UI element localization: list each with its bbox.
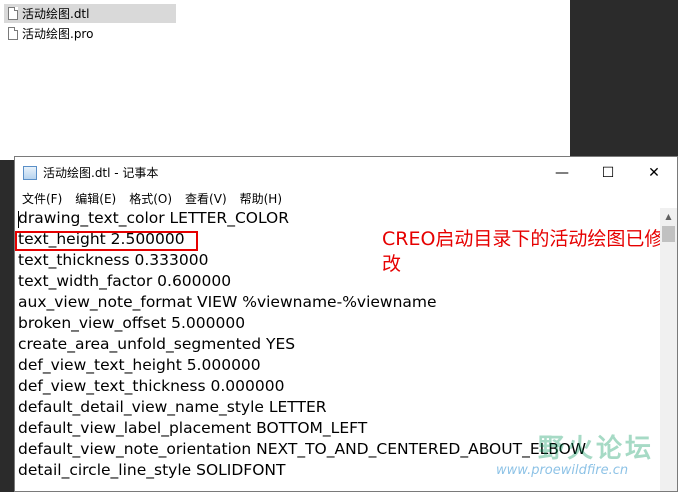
editor-line: text_width_factor 0.600000: [18, 272, 232, 290]
editor-line: aux_view_note_format VIEW %viewname-%vie…: [18, 293, 437, 311]
watermark-url: www.proewildfire.cn: [496, 463, 629, 478]
file-icon: [8, 7, 18, 20]
menu-file[interactable]: 文件(F): [15, 190, 68, 207]
annotation-text: CREO启动目录下的活动绘图已修改: [382, 228, 661, 275]
editor-line: default_view_label_placement BOTTOM_LEFT: [18, 419, 368, 437]
file-name: 活动绘图.dtl: [22, 7, 90, 21]
editor-line: create_area_unfold_segmented YES: [18, 335, 296, 353]
notepad-icon: [23, 165, 37, 180]
editor-line: broken_view_offset 5.000000: [18, 314, 246, 332]
maximize-button[interactable]: ☐: [585, 157, 631, 188]
menu-format[interactable]: 格式(O): [122, 190, 178, 207]
menu-edit[interactable]: 编辑(E): [68, 190, 122, 207]
menu-bar: 文件(F) 编辑(E) 格式(O) 查看(V) 帮助(H): [15, 188, 677, 208]
close-button[interactable]: ✕: [631, 157, 677, 188]
window-title: 活动绘图.dtl - 记事本: [43, 166, 159, 180]
editor-line: default_detail_view_name_style LETTER: [18, 398, 327, 416]
editor-line: drawing_text_color LETTER_COLOR: [18, 209, 290, 227]
menu-help[interactable]: 帮助(H): [233, 190, 288, 207]
file-name: 活动绘图.pro: [22, 27, 94, 41]
desktop-background: [0, 160, 14, 492]
file-item-dtl[interactable]: 活动绘图.dtl: [4, 4, 176, 23]
explorer-file-list: 活动绘图.dtl 活动绘图.pro: [0, 0, 570, 160]
editor-line: def_view_text_height 5.000000: [18, 356, 261, 374]
minimize-button[interactable]: —: [539, 157, 585, 188]
watermark-logo: 野火论坛: [538, 434, 655, 464]
highlight-box: [15, 231, 198, 251]
scroll-thumb[interactable]: [662, 226, 675, 242]
scroll-up-arrow-icon[interactable]: ▲: [660, 208, 677, 225]
title-bar[interactable]: 活动绘图.dtl - 记事本 — ☐ ✕: [15, 157, 677, 188]
text-caret: [18, 211, 19, 228]
file-item-pro[interactable]: 活动绘图.pro: [4, 24, 93, 43]
menu-view[interactable]: 查看(V): [178, 190, 233, 207]
file-icon: [8, 27, 18, 40]
editor-line: default_view_note_orientation NEXT_TO_AN…: [18, 440, 587, 458]
vertical-scrollbar[interactable]: ▲: [660, 208, 677, 491]
editor-line: text_thickness 0.333000: [18, 251, 209, 269]
editor-line: detail_circle_line_style SOLIDFONT: [18, 461, 286, 479]
editor-line: def_view_text_thickness 0.000000: [18, 377, 285, 395]
